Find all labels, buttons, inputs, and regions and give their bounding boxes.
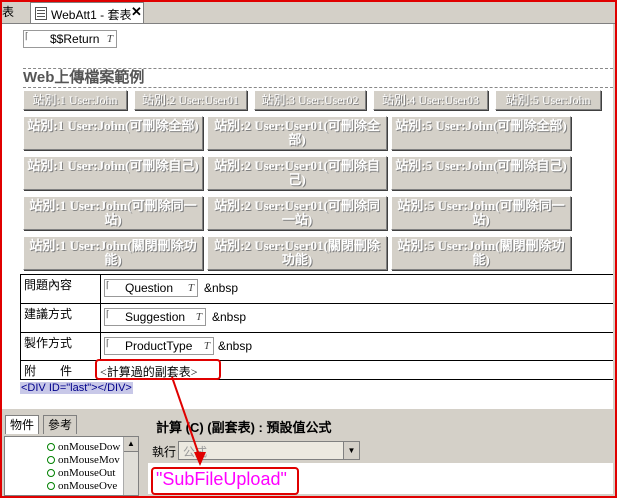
annotation-frame: [0, 0, 617, 498]
